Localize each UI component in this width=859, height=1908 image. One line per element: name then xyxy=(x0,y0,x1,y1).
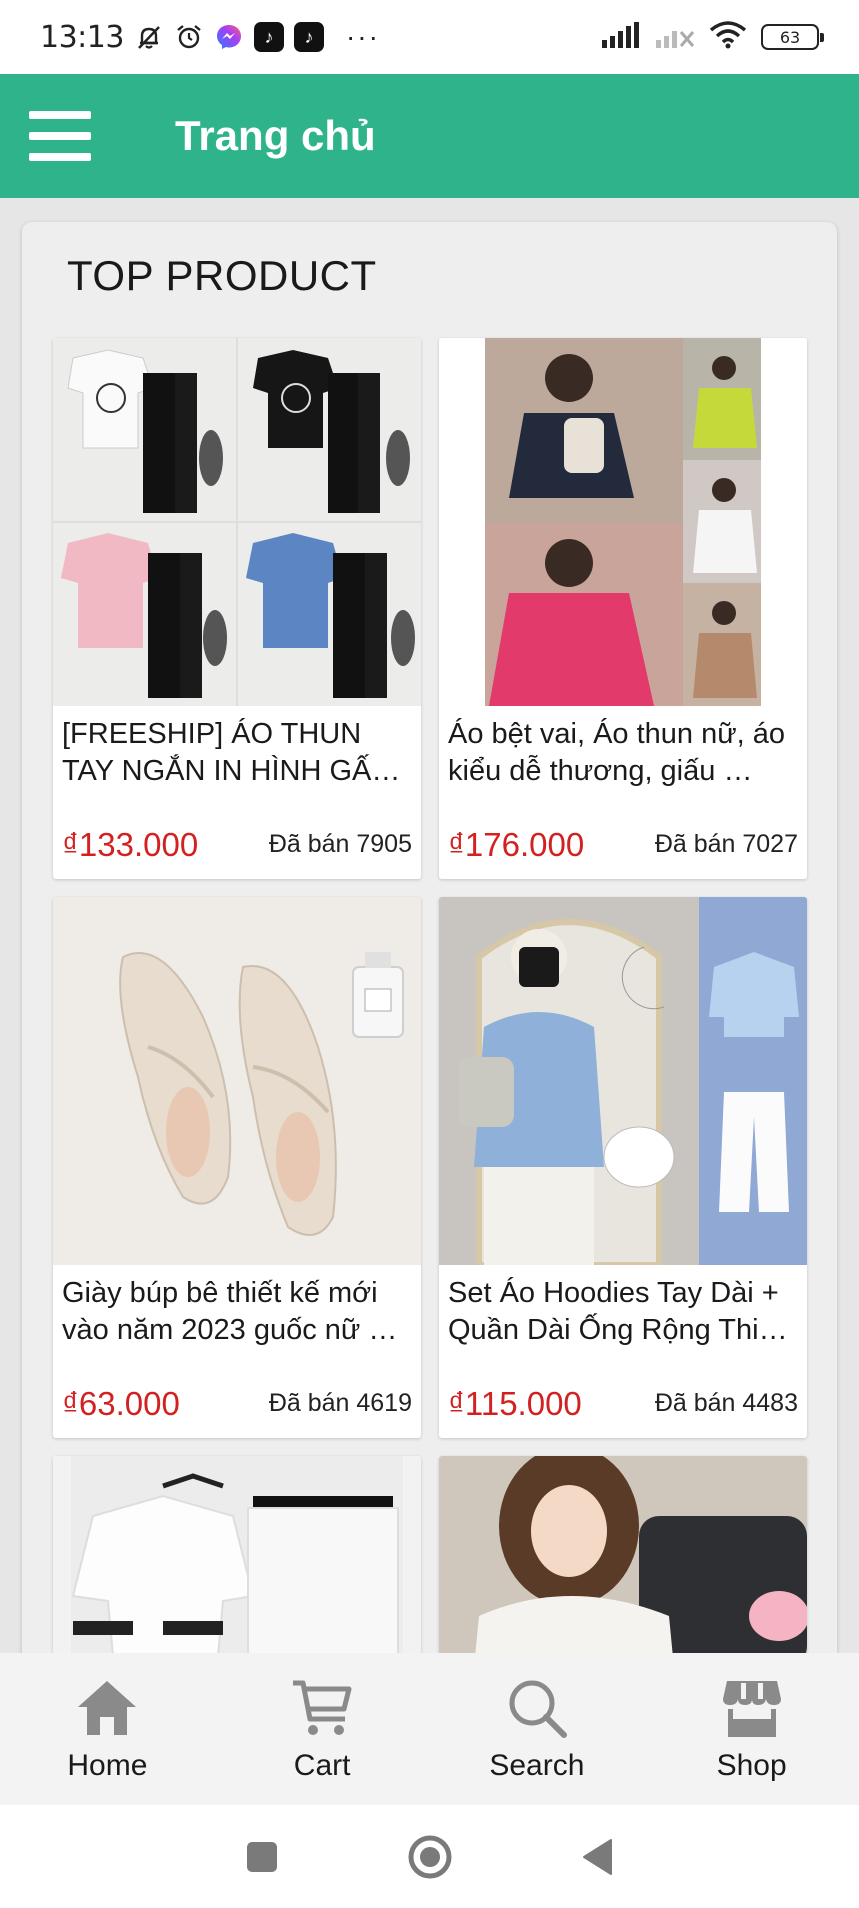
home-button[interactable] xyxy=(405,1832,455,1882)
product-grid: [FREESHIP] ÁO THUN TAY NGẮN IN HÌNH GẤ… … xyxy=(53,338,807,1653)
nav-shop[interactable]: Shop xyxy=(644,1653,859,1805)
product-card[interactable]: [FREESHIP] ÁO THUN TAY NGẮN IN HÌNH GẤ… … xyxy=(53,338,421,879)
notification-icons: ♪ ♪ ··· xyxy=(134,21,380,53)
section-title: TOP PRODUCT xyxy=(67,252,377,299)
signal-no-service-icon xyxy=(655,22,695,53)
screen: 13:13 ♪ ♪ ··· 63 Trang chủ TOP PRODUCT [… xyxy=(0,0,859,1908)
product-card[interactable]: Áo bệt vai, Áo thun nữ, áo kiểu dễ thươn… xyxy=(439,338,807,879)
tiktok-icon: ♪ xyxy=(293,22,324,52)
nav-search[interactable]: Search xyxy=(430,1653,645,1805)
status-time: 13:13 xyxy=(40,19,124,55)
status-bar: 13:13 ♪ ♪ ··· 63 xyxy=(0,0,859,74)
product-image[interactable] xyxy=(439,1456,807,1653)
cart-icon xyxy=(293,1680,352,1735)
page-title: Trang chủ xyxy=(175,112,376,159)
product-price: ₫63.000 xyxy=(62,1385,180,1422)
nav-cart-label: Cart xyxy=(293,1749,351,1782)
product-image[interactable] xyxy=(53,338,421,706)
nav-shop-label: Shop xyxy=(716,1749,787,1782)
home-icon xyxy=(78,1681,137,1735)
nav-cart[interactable]: Cart xyxy=(215,1653,430,1805)
product-price: ₫115.000 xyxy=(448,1385,582,1422)
content-area[interactable]: TOP PRODUCT [FREESHIP] ÁO THUN TAY NGẮN … xyxy=(0,198,859,1653)
product-image[interactable] xyxy=(439,897,807,1265)
product-image[interactable] xyxy=(53,1456,421,1653)
back-button[interactable] xyxy=(573,1832,623,1882)
wifi-icon xyxy=(709,20,747,54)
tiktok-icon: ♪ xyxy=(253,22,284,52)
product-name: Set Áo Hoodies Tay Dài + Quần Dài Ống Rộ… xyxy=(448,1277,788,1346)
product-image[interactable] xyxy=(53,897,421,1265)
top-product-card: TOP PRODUCT [FREESHIP] ÁO THUN TAY NGẮN … xyxy=(22,222,837,1653)
triangle-back-icon xyxy=(582,1838,612,1875)
battery-icon: 63 xyxy=(761,24,824,50)
more-notifications-icon: ··· xyxy=(345,21,380,52)
system-status-icons: 63 xyxy=(601,20,824,54)
product-card[interactable]: Giày búp bê thiết kế mới vào năm 2023 gu… xyxy=(53,897,421,1438)
circle-icon xyxy=(408,1835,451,1878)
menu-icon[interactable] xyxy=(29,111,91,161)
square-icon xyxy=(246,1841,277,1872)
product-sold-count: Đã bán 7905 xyxy=(268,830,412,858)
bell-muted-icon xyxy=(134,22,164,52)
product-sold-count: Đã bán 7027 xyxy=(654,830,798,858)
product-name: Giày búp bê thiết kế mới vào năm 2023 gu… xyxy=(62,1277,398,1346)
nav-home[interactable]: Home xyxy=(0,1653,215,1805)
shop-icon xyxy=(722,1681,781,1737)
bottom-nav: Home Cart Search Shop xyxy=(0,1653,859,1805)
search-icon xyxy=(509,1680,567,1738)
product-sold-count: Đã bán 4483 xyxy=(654,1389,798,1417)
recents-button[interactable] xyxy=(237,1832,287,1882)
signal-icon xyxy=(601,21,641,53)
system-nav-bar xyxy=(0,1805,859,1908)
product-sold-count: Đã bán 4619 xyxy=(268,1389,412,1417)
product-card[interactable] xyxy=(53,1456,421,1653)
nav-search-label: Search xyxy=(489,1749,585,1782)
app-bar: Trang chủ xyxy=(0,74,859,198)
messenger-icon xyxy=(214,22,244,52)
nav-home-label: Home xyxy=(67,1749,148,1782)
alarm-icon xyxy=(174,22,204,52)
product-name: Áo bệt vai, Áo thun nữ, áo kiểu dễ thươn… xyxy=(448,718,786,787)
product-card[interactable]: Set Áo Hoodies Tay Dài + Quần Dài Ống Rộ… xyxy=(439,897,807,1438)
product-name: [FREESHIP] ÁO THUN TAY NGẮN IN HÌNH GẤ… xyxy=(62,718,401,787)
product-image[interactable] xyxy=(439,338,807,706)
product-card[interactable] xyxy=(439,1456,807,1653)
product-price: ₫133.000 xyxy=(62,826,199,863)
product-price: ₫176.000 xyxy=(448,826,585,863)
